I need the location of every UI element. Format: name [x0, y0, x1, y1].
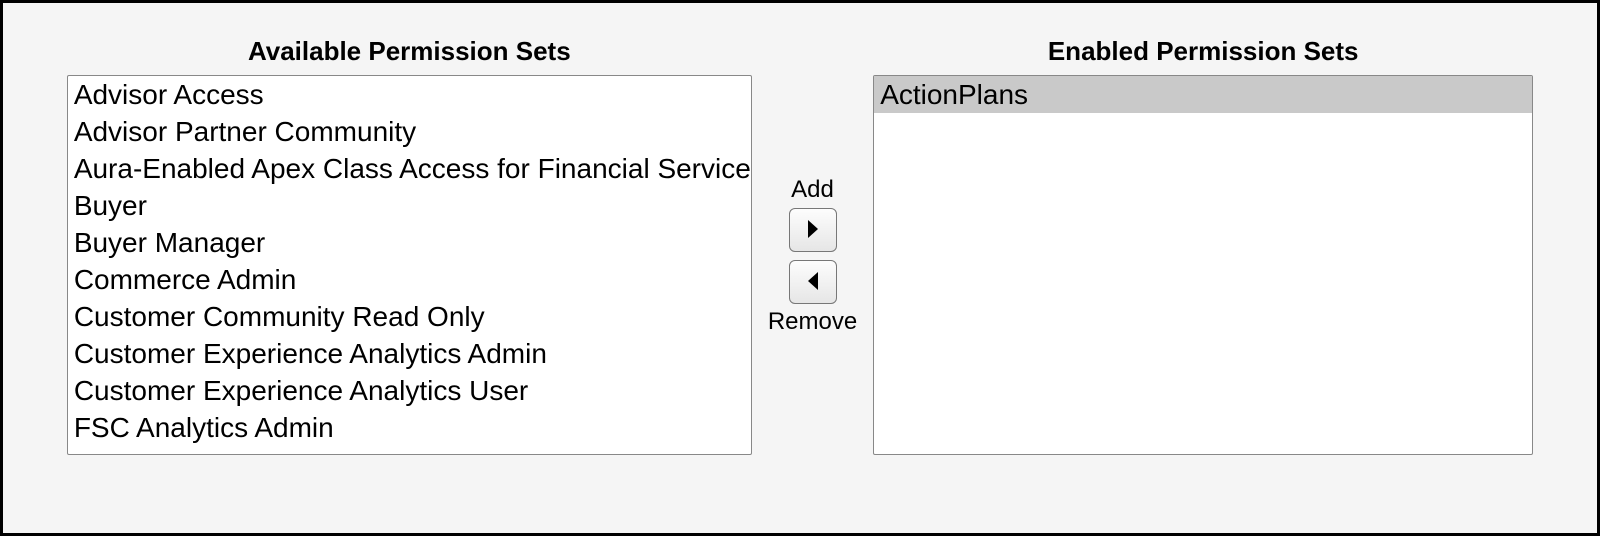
list-item[interactable]: Customer Experience Analytics Admin [68, 335, 751, 372]
remove-label: Remove [768, 308, 857, 336]
enabled-heading: Enabled Permission Sets [1048, 36, 1359, 67]
list-item[interactable]: ActionPlans [874, 76, 1532, 113]
arrow-right-icon [806, 219, 820, 242]
list-item[interactable]: Advisor Partner Community [68, 113, 751, 150]
list-item[interactable]: Buyer Manager [68, 224, 751, 261]
add-label: Add [791, 176, 834, 204]
available-heading: Available Permission Sets [248, 36, 571, 67]
transfer-buttons-column: Add Remove [752, 36, 873, 336]
list-item[interactable]: Aura-Enabled Apex Class Access for Finan… [68, 150, 751, 187]
list-item[interactable]: Buyer [68, 187, 751, 224]
available-permission-sets-listbox[interactable]: Advisor AccessAdvisor Partner CommunityA… [67, 75, 752, 455]
enabled-column: Enabled Permission Sets ActionPlans [873, 36, 1533, 455]
arrow-left-icon [806, 271, 820, 294]
enabled-permission-sets-listbox[interactable]: ActionPlans [873, 75, 1533, 455]
add-button[interactable] [789, 208, 837, 252]
available-column: Available Permission Sets Advisor Access… [67, 36, 752, 455]
remove-button[interactable] [789, 260, 837, 304]
list-item[interactable]: Customer Experience Analytics User [68, 372, 751, 409]
list-item[interactable]: Commerce Admin [68, 261, 751, 298]
permission-set-dual-list: Available Permission Sets Advisor Access… [33, 21, 1567, 503]
list-item[interactable]: Advisor Access [68, 76, 751, 113]
list-item[interactable]: Customer Community Read Only [68, 298, 751, 335]
list-item[interactable]: FSC Analytics Admin [68, 409, 751, 446]
